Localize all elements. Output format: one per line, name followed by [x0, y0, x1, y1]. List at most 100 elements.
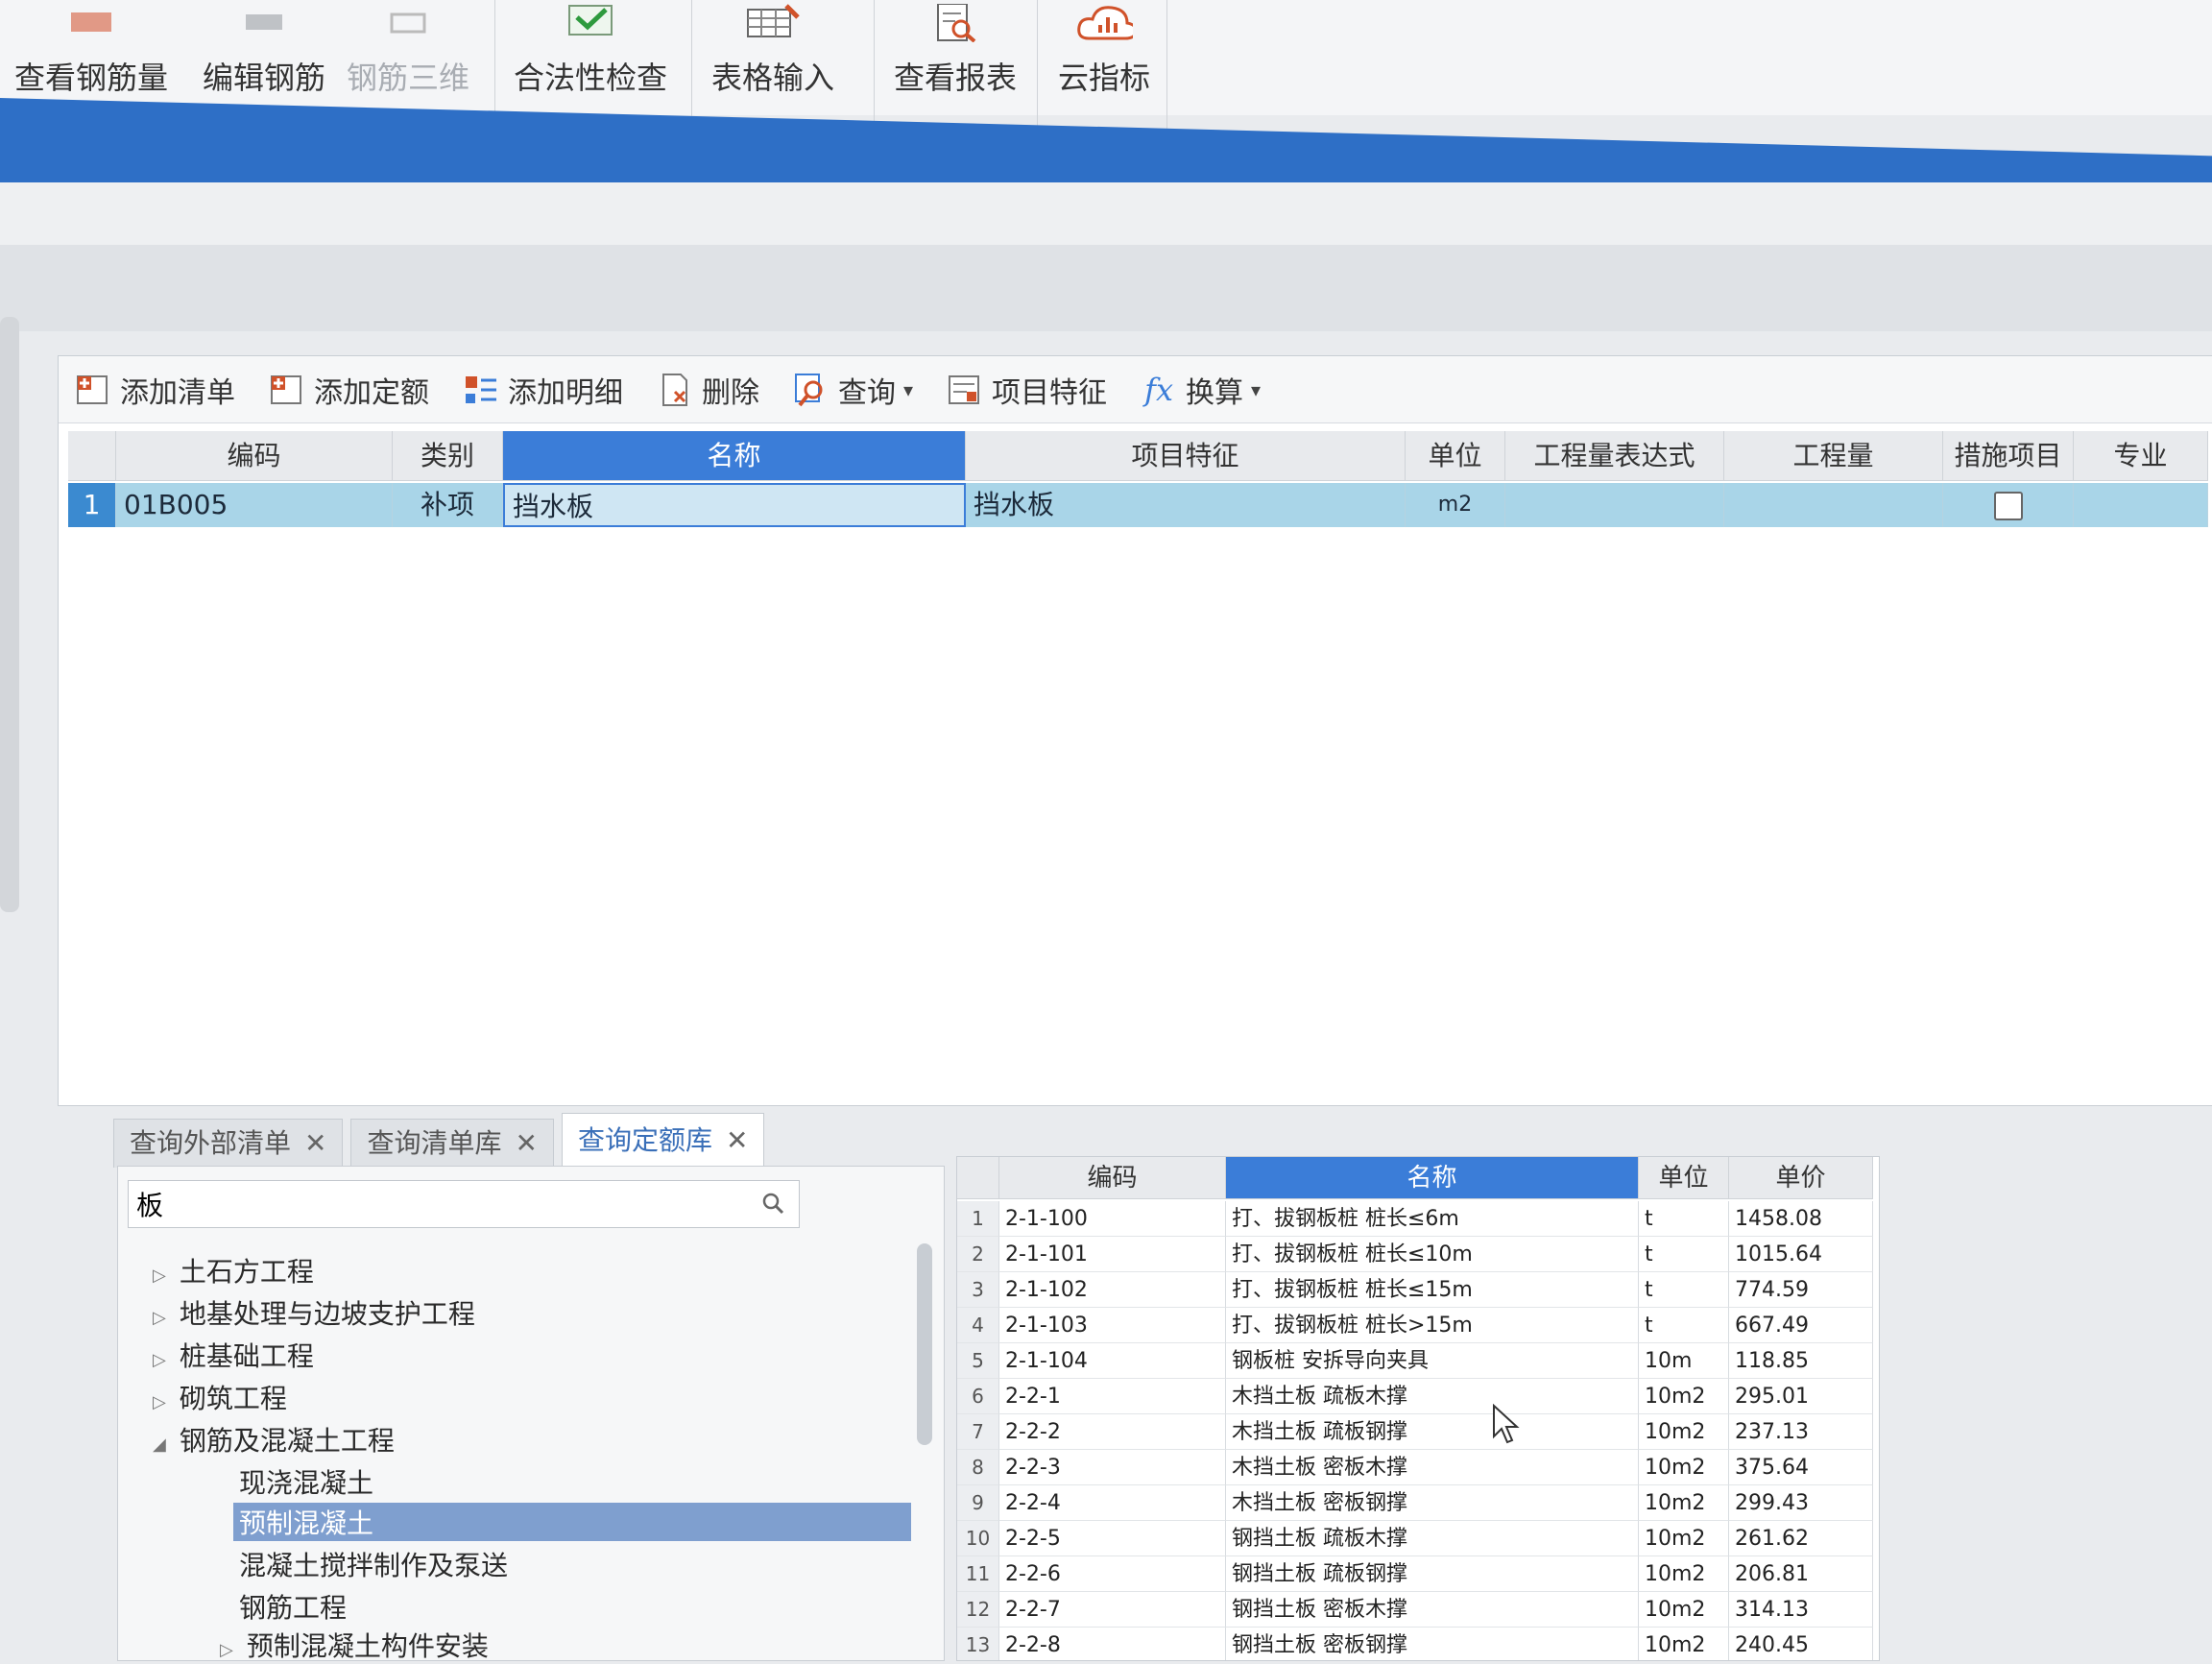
name-cell[interactable]: 钢挡土板 密板钢撑 [1226, 1628, 1639, 1660]
code-cell[interactable]: 2-1-102 [999, 1272, 1226, 1308]
unit-cell[interactable]: 10m2 [1639, 1592, 1729, 1628]
price-cell[interactable]: 261.62 [1729, 1521, 1873, 1556]
close-icon[interactable]: ✕ [304, 1127, 326, 1159]
expand-arrow-icon[interactable]: ▷ [153, 1392, 166, 1412]
code-cell[interactable]: 2-2-4 [999, 1485, 1226, 1521]
code-cell[interactable]: 2-1-101 [999, 1237, 1226, 1272]
table-row[interactable]: 9 2-2-4 木挡土板 密板钢撑 10m2 299.43 [957, 1485, 1873, 1521]
table-input-button[interactable]: 表格输入 [701, 0, 845, 115]
tree-item[interactable]: 现浇混凝土 [239, 1462, 373, 1501]
code-cell[interactable]: 2-1-100 [999, 1201, 1226, 1237]
price-cell[interactable]: 314.13 [1729, 1592, 1873, 1628]
code-cell[interactable]: 2-2-2 [999, 1414, 1226, 1450]
table-row[interactable]: 8 2-2-3 木挡土板 密板木撑 10m2 375.64 [957, 1450, 1873, 1485]
column-header[interactable]: 类别 [393, 431, 503, 481]
view-report-button[interactable]: 查看报表 [883, 0, 1027, 115]
table-row[interactable]: 1 2-1-100 打、拔钢板桩 桩长≤6m t 1458.08 [957, 1201, 1873, 1237]
expand-arrow-icon[interactable]: ▷ [220, 1640, 233, 1660]
tree-item-selected[interactable]: 预制混凝土 [233, 1503, 911, 1541]
column-header[interactable]: 编码 [999, 1157, 1226, 1199]
code-cell[interactable]: 01B005 [116, 483, 393, 527]
unit-cell[interactable]: 10m2 [1639, 1414, 1729, 1450]
name-cell[interactable]: 打、拔钢板桩 桩长≤10m [1226, 1237, 1639, 1272]
price-cell[interactable]: 299.43 [1729, 1485, 1873, 1521]
expand-arrow-icon[interactable]: ▷ [153, 1308, 166, 1328]
unit-cell[interactable]: m2 [1406, 483, 1505, 527]
table-row[interactable]: 3 2-1-102 打、拔钢板桩 桩长≤15m t 774.59 [957, 1272, 1873, 1308]
table-row[interactable]: 5 2-1-104 钢板桩 安拆导向夹具 10m 118.85 [957, 1343, 1873, 1379]
unit-cell[interactable]: 10m2 [1639, 1450, 1729, 1485]
price-cell[interactable]: 237.13 [1729, 1414, 1873, 1450]
table-row[interactable]: 13 2-2-8 钢挡土板 密板钢撑 10m2 240.45 [957, 1628, 1873, 1660]
unit-cell[interactable]: t [1639, 1308, 1729, 1343]
chevron-down-icon[interactable]: ▾ [1251, 378, 1261, 401]
column-header[interactable]: 工程量 [1724, 431, 1943, 481]
unit-cell[interactable]: 10m2 [1639, 1556, 1729, 1592]
name-cell[interactable]: 挡水板 [503, 483, 966, 527]
code-cell[interactable]: 2-2-5 [999, 1521, 1226, 1556]
name-cell[interactable]: 打、拔钢板桩 桩长>15m [1226, 1308, 1639, 1343]
delete-button[interactable]: 删除 [658, 369, 759, 411]
price-cell[interactable]: 118.85 [1729, 1343, 1873, 1379]
tree-item[interactable]: ▷ 地基处理与边坡支护工程 [153, 1293, 475, 1332]
table-row[interactable]: 4 2-1-103 打、拔钢板桩 桩长>15m t 667.49 [957, 1308, 1873, 1343]
add-list-button[interactable]: 添加清单 [76, 369, 235, 411]
column-header[interactable]: 名称 [503, 431, 966, 481]
column-header[interactable]: 措施项目 [1943, 431, 2074, 481]
close-icon[interactable]: ✕ [516, 1127, 538, 1159]
edit-rebar-button[interactable]: 编辑钢筋 [192, 0, 336, 115]
column-header[interactable]: 单位 [1406, 431, 1505, 481]
column-header[interactable]: 单价 [1729, 1157, 1873, 1199]
column-header[interactable]: 名称 [1226, 1157, 1639, 1199]
price-cell[interactable]: 295.01 [1729, 1379, 1873, 1414]
tab-quota-library[interactable]: 查询定额库 ✕ [561, 1113, 765, 1168]
price-cell[interactable]: 240.45 [1729, 1628, 1873, 1660]
name-cell[interactable]: 打、拔钢板桩 桩长≤15m [1226, 1272, 1639, 1308]
name-cell[interactable]: 钢挡土板 疏板钢撑 [1226, 1556, 1639, 1592]
tree-scrollbar[interactable] [917, 1243, 932, 1445]
column-header[interactable]: 项目特征 [966, 431, 1406, 481]
search-icon[interactable] [760, 1191, 785, 1219]
unit-cell[interactable]: t [1639, 1201, 1729, 1237]
table-row[interactable]: 11 2-2-6 钢挡土板 疏板钢撑 10m2 206.81 [957, 1556, 1873, 1592]
code-cell[interactable]: 2-2-1 [999, 1379, 1226, 1414]
code-cell[interactable]: 2-1-104 [999, 1343, 1226, 1379]
column-header[interactable]: 工程量表达式 [1505, 431, 1724, 481]
price-cell[interactable]: 1015.64 [1729, 1237, 1873, 1272]
name-cell[interactable]: 打、拔钢板桩 桩长≤6m [1226, 1201, 1639, 1237]
name-cell[interactable]: 钢板桩 安拆导向夹具 [1226, 1343, 1639, 1379]
add-quota-button[interactable]: 添加定额 [270, 369, 429, 411]
legality-check-button[interactable]: 合法性检查 [509, 0, 672, 115]
table-row[interactable]: 7 2-2-2 木挡土板 疏板钢撑 10m2 237.13 [957, 1414, 1873, 1450]
code-cell[interactable]: 2-2-7 [999, 1592, 1226, 1628]
code-cell[interactable]: 2-2-3 [999, 1450, 1226, 1485]
unit-cell[interactable]: 10m2 [1639, 1521, 1729, 1556]
search-field[interactable] [128, 1180, 800, 1228]
cloud-index-button[interactable]: 云指标 [1046, 0, 1162, 115]
search-input[interactable] [129, 1181, 733, 1227]
unit-cell[interactable]: 10m [1639, 1343, 1729, 1379]
column-header[interactable]: 编码 [116, 431, 393, 481]
table-row[interactable]: 1 01B005 补项 挡水板 挡水板 m2 [68, 483, 2208, 527]
major-cell[interactable] [2074, 483, 2208, 527]
category-cell[interactable]: 补项 [393, 483, 503, 527]
name-cell[interactable]: 木挡土板 疏板木撑 [1226, 1379, 1639, 1414]
table-row[interactable]: 10 2-2-5 钢挡土板 疏板木撑 10m2 261.62 [957, 1521, 1873, 1556]
tree-item[interactable]: 混凝土搅拌制作及泵送 [239, 1545, 508, 1583]
convert-button[interactable]: fx 换算 ▾ [1142, 369, 1261, 411]
column-header[interactable]: 专业 [2074, 431, 2208, 481]
tab-list-library[interactable]: 查询清单库 ✕ [350, 1119, 554, 1168]
table-row[interactable]: 6 2-2-1 木挡土板 疏板木撑 10m2 295.01 [957, 1379, 1873, 1414]
left-scrollbar[interactable] [0, 317, 19, 912]
table-row[interactable]: 2 2-1-101 打、拔钢板桩 桩长≤10m t 1015.64 [957, 1237, 1873, 1272]
name-cell[interactable]: 木挡土板 疏板钢撑 [1226, 1414, 1639, 1450]
tree-item[interactable]: 钢筋工程 [239, 1587, 347, 1626]
quantity-expression-cell[interactable] [1505, 483, 1724, 527]
name-cell[interactable]: 钢挡土板 疏板木撑 [1226, 1521, 1639, 1556]
code-cell[interactable]: 2-2-8 [999, 1628, 1226, 1660]
price-cell[interactable]: 667.49 [1729, 1308, 1873, 1343]
measure-item-checkbox[interactable] [1993, 492, 2023, 520]
chevron-down-icon[interactable]: ▾ [903, 378, 913, 401]
add-detail-button[interactable]: 添加明细 [464, 369, 623, 411]
price-cell[interactable]: 375.64 [1729, 1450, 1873, 1485]
